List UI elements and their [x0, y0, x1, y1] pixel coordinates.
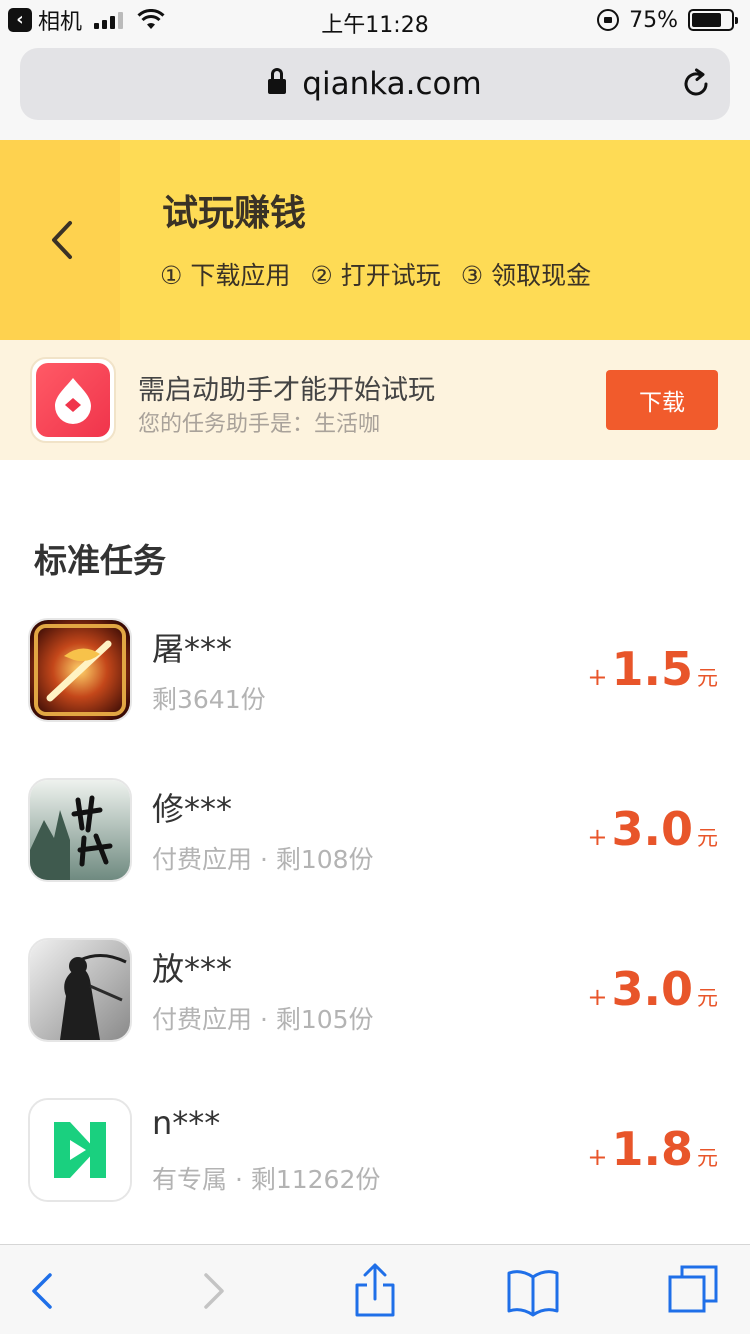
reward-unit: 元	[697, 666, 718, 690]
browser-url-area: qianka.com	[0, 40, 750, 140]
task-row[interactable]: 放*** 付费应用 · 剩105份 + 3.0 元	[0, 938, 750, 1098]
task-name: 屠***	[152, 630, 233, 668]
header-back-button[interactable]	[0, 140, 120, 340]
chevron-left-icon	[52, 221, 72, 259]
task-reward: + 1.8 元	[587, 1122, 718, 1176]
reward-amount: 3.0	[611, 802, 694, 856]
helper-subtitle: 您的任务助手是：生活咖	[138, 412, 381, 437]
reload-icon[interactable]	[680, 68, 712, 100]
step-3: ③ 领取现金	[460, 261, 592, 290]
status-right: 75%	[597, 7, 738, 33]
task-meta: 付费应用 · 剩105份	[152, 1005, 374, 1034]
game-dragon-icon[interactable]	[28, 618, 132, 722]
share-icon[interactable]	[345, 1261, 405, 1321]
app-n-logo-icon[interactable]	[28, 1098, 132, 1202]
task-row[interactable]: n*** 有专属 · 剩11262份 + 1.8 元	[0, 1098, 750, 1258]
step-2: ② 打开试玩	[310, 261, 441, 290]
download-helper-button[interactable]: 下载	[606, 370, 718, 430]
bookmarks-icon[interactable]	[503, 1261, 563, 1321]
helper-logo-icon	[55, 378, 91, 424]
section-title: 标准任务	[34, 541, 166, 580]
reward-amount: 1.8	[611, 1122, 694, 1176]
reward-plus: +	[587, 663, 608, 691]
reward-unit: 元	[697, 1146, 718, 1170]
browser-toolbar	[0, 1244, 750, 1334]
task-name: 放***	[152, 950, 233, 988]
step-1: ① 下载应用	[160, 261, 291, 290]
url-text[interactable]: qianka.com	[302, 66, 481, 102]
helper-app-icon	[30, 357, 116, 443]
page-header: 试玩赚钱 ① 下载应用 ② 打开试玩 ③ 领取现金	[0, 140, 750, 340]
tabs-icon[interactable]	[664, 1261, 724, 1321]
helper-title: 需启动助手才能开始试玩	[138, 375, 435, 406]
reward-unit: 元	[697, 986, 718, 1010]
task-name: 修***	[152, 790, 233, 828]
helper-banner: 需启动助手才能开始试玩 您的任务助手是：生活咖 下载	[0, 340, 750, 460]
page-title: 试玩赚钱	[162, 193, 307, 234]
battery-percent: 75%	[629, 7, 678, 33]
steps-list: ① 下载应用 ② 打开试玩 ③ 领取现金	[160, 256, 591, 292]
reward-plus: +	[587, 823, 608, 851]
task-meta: 有专属 · 剩11262份	[152, 1165, 381, 1194]
task-meta: 付费应用 · 剩108份	[152, 845, 374, 874]
secure-lock-icon	[268, 68, 287, 97]
forward-icon[interactable]	[182, 1261, 242, 1321]
reward-unit: 元	[697, 826, 718, 850]
reward-plus: +	[587, 983, 608, 1011]
task-reward: + 3.0 元	[587, 802, 718, 856]
reward-plus: +	[587, 1143, 608, 1171]
battery-fill	[692, 13, 721, 27]
game-swordsman-icon[interactable]	[28, 938, 132, 1042]
battery-icon	[688, 9, 738, 31]
status-bar: ‹ 相机 上午11:28 75%	[0, 0, 750, 40]
url-field[interactable]: qianka.com	[20, 48, 730, 120]
task-row[interactable]: 屠*** 剩3641份 + 1.5 元	[0, 618, 750, 778]
game-xianxia-icon[interactable]	[28, 778, 132, 882]
task-row[interactable]: 修*** 付费应用 · 剩108份 + 3.0 元	[0, 778, 750, 938]
task-name: n***	[152, 1104, 221, 1142]
task-meta: 剩3641份	[152, 685, 266, 714]
reward-amount: 3.0	[611, 962, 694, 1016]
reward-amount: 1.5	[611, 642, 694, 696]
back-icon[interactable]	[14, 1261, 74, 1321]
rotation-lock-icon	[597, 9, 620, 31]
task-reward: + 3.0 元	[587, 962, 718, 1016]
task-reward: + 1.5 元	[587, 642, 718, 696]
